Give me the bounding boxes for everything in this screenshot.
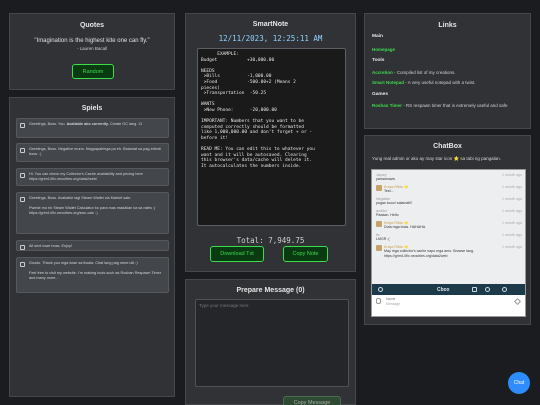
prepare-message-panel: Prepare Message (0) Type your message he… xyxy=(185,279,356,405)
cbox-label: Cbox xyxy=(437,287,450,293)
spiel-item[interactable]: Greetings, Boss. Negative muna. Nagpapah… xyxy=(16,143,169,162)
chat-message: Negative 1 month ago pogas booo! salamat!!… xyxy=(376,197,522,206)
spiel-item[interactable]: All sent lowe boss. Enjoy! xyxy=(16,240,169,251)
roshan-row: Roshan Timer - RS respawn timer that is … xyxy=(372,103,508,108)
spiel-item[interactable]: Hi. You can check my Collector's Cache a… xyxy=(16,168,169,186)
cbox-toolbar: Cbox xyxy=(372,284,525,295)
links-panel: Links Main Homepage Tools Accretion - Co… xyxy=(364,13,531,129)
homepage-link[interactable]: Homepage xyxy=(372,47,395,53)
chat-message-list[interactable]: Jayary 1 month ago yamamoww Kraya Rikko ⭐ 1… xyxy=(372,170,525,284)
spiels-panel: Spiels Greetings, Boss. You. Available a… xyxy=(9,97,175,397)
quotes-panel: Quotes "Imagination is the highest kite … xyxy=(9,13,175,90)
chat-message: Kraya Rikko ⭐ 1 month ago Dota mga boss. H… xyxy=(376,221,524,230)
copy-icon xyxy=(20,245,25,250)
avatar xyxy=(376,185,382,191)
download-txt-button[interactable]: Download Txt xyxy=(210,246,264,262)
quote-author: - Lauren Bacall xyxy=(76,46,108,51)
avatar xyxy=(376,245,382,251)
random-quote-button[interactable]: Random xyxy=(72,64,114,79)
spiel-text: Greetings, Boss. Negative muna. Nagpapah… xyxy=(29,147,161,156)
note-total: Total: 7,949.75 xyxy=(236,236,305,245)
chat-message: auditor 1 month ago Padaan. Hello xyxy=(376,209,522,218)
spiel-text: All sent lowe boss. Enjoy! xyxy=(29,244,73,248)
cbox-widget: Jayary 1 month ago yamamoww Kraya Rikko ⭐ 1… xyxy=(371,169,526,317)
chat-launcher-button[interactable]: Chat xyxy=(508,372,530,394)
name-user-icon xyxy=(376,298,381,304)
smartnote-title: SmartNote xyxy=(252,21,289,28)
user-icon[interactable] xyxy=(378,287,383,292)
quotes-title: Quotes xyxy=(79,22,105,29)
message-textarea[interactable]: Type your message here xyxy=(195,299,349,387)
accretion-link[interactable]: Accretion xyxy=(372,70,393,75)
copy-icon xyxy=(20,123,25,128)
popout-icon[interactable] xyxy=(472,287,477,292)
chatbox-subtitle: Yung real admin or ako ay may star icon … xyxy=(372,156,501,161)
smartnote-panel: SmartNote 12/11/2023, 12:25:11 AM EXAMPL… xyxy=(185,13,356,272)
chat-message: tic 1 month ago LMGR :( xyxy=(376,233,522,242)
send-icon[interactable] xyxy=(513,297,522,306)
copy-icon xyxy=(20,197,25,202)
spiel-text: Greetings, Boss. Available lagi Steam Wa… xyxy=(29,196,156,215)
settings-icon[interactable] xyxy=(485,287,490,292)
prepare-message-title: Prepare Message (0) xyxy=(236,287,305,294)
chat-message: Jayary 1 month ago yamamoww xyxy=(376,173,522,182)
chatbox-title: ChatBox xyxy=(433,143,462,150)
spiel-item[interactable]: Greetings, Boss. You. Available ako curr… xyxy=(16,118,169,138)
refresh-icon[interactable] xyxy=(502,287,507,292)
avatar xyxy=(376,221,382,227)
copy-message-button[interactable]: Copy Message xyxy=(283,396,341,405)
accretion-row: Accretion - Compiled list of my creation… xyxy=(372,70,456,75)
chat-message: Kraya Rikko ⭐ 1 month ago May mga collecto… xyxy=(376,245,524,258)
smart-notepad-row: Smart Notepad - A very useful notepad wi… xyxy=(372,80,476,85)
datetime-display: 12/11/2023, 12:25:11 AM xyxy=(218,34,323,43)
note-textarea[interactable]: EXAMPLE: Budget +30,000.00 NEEDS >Bills … xyxy=(197,48,346,226)
copy-icon xyxy=(20,262,25,267)
smart-notepad-link[interactable]: Smart Notepad xyxy=(372,80,404,85)
chat-message: Kraya Rikko ⭐ 1 month ago Test... xyxy=(376,185,524,194)
spiels-title: Spiels xyxy=(81,105,103,112)
copy-icon xyxy=(20,173,25,178)
spiel-text: Goods. Thank you mga lowe sa tiwala. Cha… xyxy=(29,261,161,280)
quote-text: "Imagination is the highest kite one can… xyxy=(34,38,150,44)
roshan-timer-link[interactable]: Roshan Timer xyxy=(372,103,402,108)
links-title: Links xyxy=(438,22,457,29)
copy-icon xyxy=(20,148,25,153)
copy-note-button[interactable]: Copy Note xyxy=(283,246,328,262)
spiel-item[interactable]: Greetings, Boss. Available lagi Steam Wa… xyxy=(16,192,169,234)
spiel-item[interactable]: Goods. Thank you mga lowe sa tiwala. Cha… xyxy=(16,257,169,293)
spiel-text: Hi. You can check my Collector's Cache a… xyxy=(29,172,143,181)
spiel-text: Greetings, Boss. You. Available ako curr… xyxy=(29,122,143,126)
message-field[interactable]: Message xyxy=(386,302,400,306)
links-tools-heading: Tools xyxy=(372,58,385,63)
links-main-heading: Main xyxy=(372,34,383,39)
chatbox-panel: ChatBox Yung real admin or ako ay may st… xyxy=(364,135,531,325)
name-field[interactable]: Name xyxy=(386,297,395,301)
links-games-heading: Games xyxy=(372,92,388,97)
